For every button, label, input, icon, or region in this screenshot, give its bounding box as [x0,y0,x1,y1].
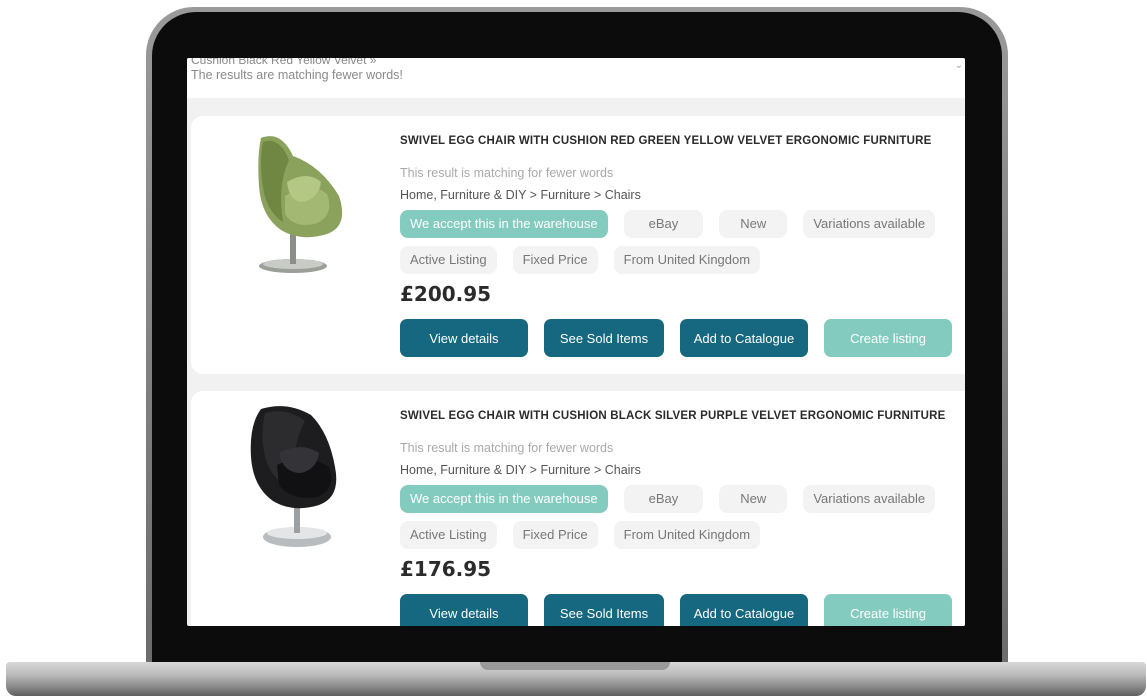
result-title[interactable]: SWIVEL EGG CHAIR WITH CUSHION RED GREEN … [400,134,965,148]
result-actions: View details See Sold Items Add to Catal… [400,594,952,626]
price-type-badge: Fixed Price [512,521,598,549]
listing-status-badge: Active Listing [400,246,497,274]
laptop-base-notch [480,662,670,670]
tag-list: We accept this in the warehouse eBay New… [400,210,960,282]
result-title[interactable]: SWIVEL EGG CHAIR WITH CUSHION BLACK SILV… [400,409,965,423]
result-card: SWIVEL EGG CHAIR WITH CUSHION RED GREEN … [191,116,965,374]
result-price: £200.95 [400,282,492,306]
create-listing-button[interactable]: Create listing [824,594,952,626]
match-note: This result is matching for fewer words [400,166,614,180]
screen: Cushion Black Red Yellow Velvet » The re… [187,58,965,626]
warehouse-badge: We accept this in the warehouse [400,485,608,513]
warehouse-badge: We accept this in the warehouse [400,210,608,238]
results-header: Cushion Black Red Yellow Velvet » The re… [187,58,965,98]
create-listing-button[interactable]: Create listing [824,319,952,357]
category-breadcrumb: Home, Furniture & DIY > Furniture > Chai… [400,463,641,477]
view-details-button[interactable]: View details [400,594,528,626]
match-note: This result is matching for fewer words [400,441,614,455]
price-type-badge: Fixed Price [512,246,598,274]
black-egg-chair-image[interactable] [231,401,371,551]
search-query-text: Cushion Black Red Yellow Velvet » [191,58,377,67]
source-badge: eBay [623,485,704,513]
variations-badge: Variations available [803,485,936,513]
chevron-down-icon[interactable]: ⌄ [955,60,963,71]
add-to-catalogue-button[interactable]: Add to Catalogue [680,594,808,626]
result-price: £176.95 [400,557,492,581]
add-to-catalogue-button[interactable]: Add to Catalogue [680,319,808,357]
tag-list: We accept this in the warehouse eBay New… [400,485,960,557]
condition-badge: New [719,210,788,238]
fewer-words-note: The results are matching fewer words! [191,68,403,82]
see-sold-items-button[interactable]: See Sold Items [544,319,664,357]
green-egg-chair-image[interactable] [231,126,371,276]
source-badge: eBay [623,210,704,238]
see-sold-items-button[interactable]: See Sold Items [544,594,664,626]
listing-status-badge: Active Listing [400,521,497,549]
result-card: SWIVEL EGG CHAIR WITH CUSHION BLACK SILV… [191,391,965,626]
view-details-button[interactable]: View details [400,319,528,357]
origin-badge: From United Kingdom [613,521,761,549]
category-breadcrumb: Home, Furniture & DIY > Furniture > Chai… [400,188,641,202]
variations-badge: Variations available [803,210,936,238]
result-actions: View details See Sold Items Add to Catal… [400,319,952,357]
condition-badge: New [719,485,788,513]
origin-badge: From United Kingdom [613,246,761,274]
